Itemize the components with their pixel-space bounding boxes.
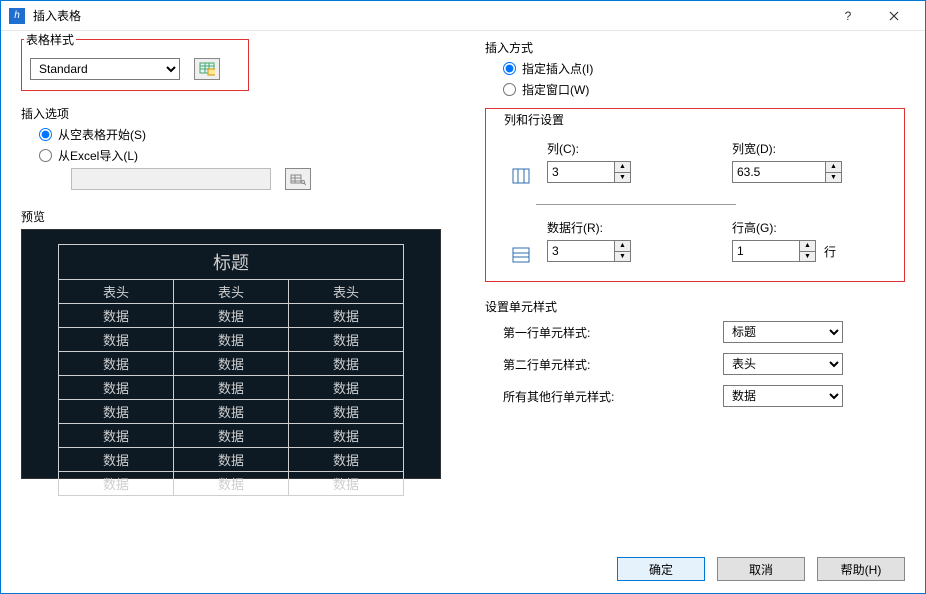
cell-styles-group: 设置单元样式 第一行单元样式: 标题 第二行单元样式: 表头 所有其他行单元样式…	[485, 298, 905, 407]
col-width-input[interactable]	[733, 162, 825, 182]
excel-path-combo	[71, 168, 271, 190]
cancel-button[interactable]: 取消	[717, 557, 805, 581]
row2-style-select[interactable]: 表头	[723, 353, 843, 375]
row-height-down[interactable]: ▼	[800, 252, 815, 262]
data-rows-up[interactable]: ▲	[615, 241, 630, 252]
insert-mode-label: 插入方式	[485, 39, 905, 56]
col-row-divider	[536, 204, 736, 205]
insert-mode-group: 插入方式 指定插入点(I) 指定窗口(W)	[485, 39, 905, 98]
preview-title: 标题	[59, 245, 404, 280]
data-rows-label: 数据行(R):	[547, 219, 732, 236]
data-rows-spinner[interactable]: ▲▼	[547, 240, 631, 262]
insert-options-group: 插入选项 从空表格开始(S) 从Excel导入(L)	[21, 105, 461, 190]
preview-box: 标题 表头表头表头 数据数据数据 数据数据数据 数据数据数据 数据数据数据 数据…	[21, 229, 441, 479]
excel-options-icon	[290, 172, 306, 186]
table-style-label: 表格样式	[24, 31, 76, 48]
col-row-group: 列和行设置 列(C): ▲▼	[485, 108, 905, 282]
cols-up[interactable]: ▲	[615, 162, 630, 173]
from-excel-radio[interactable]	[39, 149, 52, 162]
table-style-icon	[199, 62, 215, 76]
help-button[interactable]: 帮助(H)	[817, 557, 905, 581]
row-height-up[interactable]: ▲	[800, 241, 815, 252]
cell-styles-label: 设置单元样式	[485, 298, 905, 315]
row-height-label: 行高(G):	[732, 219, 882, 236]
other-style-label: 所有其他行单元样式:	[503, 388, 723, 405]
from-excel-label: 从Excel导入(L)	[58, 147, 138, 164]
preview-label: 预览	[21, 208, 461, 225]
col-width-spinner[interactable]: ▲▼	[732, 161, 842, 183]
row-height-spinner[interactable]: ▲▼	[732, 240, 816, 262]
excel-options-button[interactable]	[285, 168, 311, 190]
data-rows-down[interactable]: ▼	[615, 252, 630, 262]
col-row-label: 列和行设置	[504, 111, 904, 128]
col-width-up[interactable]: ▲	[826, 162, 841, 173]
columns-icon	[512, 168, 530, 184]
titlebar: h 插入表格 ?	[1, 1, 925, 31]
data-rows-input[interactable]	[548, 241, 614, 261]
row-height-unit: 行	[824, 243, 836, 260]
table-style-select[interactable]: Standard	[30, 58, 180, 80]
insert-point-label: 指定插入点(I)	[522, 60, 593, 77]
row1-style-label: 第一行单元样式:	[503, 324, 723, 341]
help-titlebar-button[interactable]: ?	[825, 1, 871, 31]
cols-spinner[interactable]: ▲▼	[547, 161, 631, 183]
col-width-down[interactable]: ▼	[826, 173, 841, 183]
insert-point-radio[interactable]	[503, 62, 516, 75]
preview-group: 预览 标题 表头表头表头 数据数据数据 数据数据数据 数据数据数据 数据数据数据…	[21, 208, 461, 479]
close-button[interactable]	[871, 1, 917, 31]
preview-table: 标题 表头表头表头 数据数据数据 数据数据数据 数据数据数据 数据数据数据 数据…	[58, 244, 404, 496]
col-width-label: 列宽(D):	[732, 140, 882, 157]
app-icon: h	[9, 8, 25, 24]
cols-down[interactable]: ▼	[615, 173, 630, 183]
ok-button[interactable]: 确定	[617, 557, 705, 581]
row2-style-label: 第二行单元样式:	[503, 356, 723, 373]
cols-input[interactable]	[548, 162, 614, 182]
other-style-select[interactable]: 数据	[723, 385, 843, 407]
close-icon	[889, 11, 899, 21]
table-style-group: 表格样式 Standard	[21, 39, 249, 91]
from-blank-label: 从空表格开始(S)	[58, 126, 146, 143]
window-title: 插入表格	[33, 7, 825, 24]
cols-label: 列(C):	[547, 140, 732, 157]
row1-style-select[interactable]: 标题	[723, 321, 843, 343]
dialog-footer: 确定 取消 帮助(H)	[617, 557, 905, 581]
insert-window-radio[interactable]	[503, 83, 516, 96]
edit-style-button[interactable]	[194, 58, 220, 80]
rows-icon	[512, 247, 530, 263]
from-blank-radio[interactable]	[39, 128, 52, 141]
row-height-input[interactable]	[733, 241, 799, 261]
insert-window-label: 指定窗口(W)	[522, 81, 589, 98]
insert-options-label: 插入选项	[21, 105, 461, 122]
